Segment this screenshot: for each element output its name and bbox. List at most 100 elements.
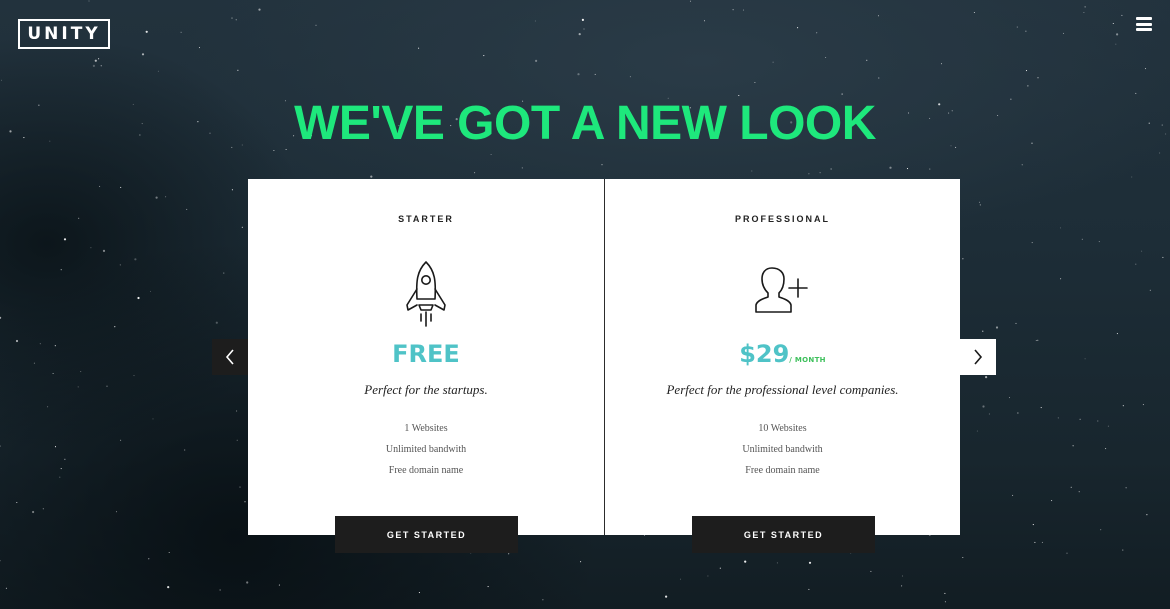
star [578, 33, 581, 36]
star [490, 153, 492, 156]
star [877, 15, 880, 17]
star [1105, 448, 1107, 450]
star [94, 59, 97, 62]
star [315, 24, 317, 26]
star [186, 208, 188, 210]
unity-logo[interactable]: UNITY [18, 19, 110, 49]
star [54, 446, 57, 448]
star [1135, 92, 1137, 94]
get-started-button-professional[interactable]: GET STARTED [692, 516, 875, 553]
star [808, 561, 812, 564]
star [483, 55, 485, 57]
star [962, 556, 964, 559]
feature-list: 1 Websites Unlimited bandwith Free domai… [248, 422, 604, 485]
star [830, 168, 832, 170]
star [1040, 407, 1042, 409]
star [978, 201, 981, 203]
star [1122, 549, 1124, 551]
star [59, 476, 61, 478]
plan-name: PROFESSIONAL [734, 214, 830, 224]
star [744, 560, 747, 563]
star [52, 372, 54, 375]
star [1021, 164, 1023, 166]
star [776, 562, 778, 564]
star [1059, 227, 1062, 229]
star [106, 385, 108, 387]
star [141, 53, 145, 56]
star [223, 272, 225, 274]
star [1131, 176, 1133, 178]
star [1116, 33, 1119, 36]
star [237, 69, 239, 71]
star [1107, 425, 1109, 427]
star [601, 164, 603, 166]
star [167, 586, 170, 589]
star [16, 501, 18, 504]
star [1162, 256, 1164, 258]
star [92, 64, 95, 67]
star [1079, 418, 1081, 420]
star [1035, 339, 1037, 342]
plan-price: $29/ MONTH [605, 340, 960, 368]
star [819, 172, 821, 174]
feature-item: 10 Websites [758, 423, 807, 434]
star [1070, 486, 1072, 488]
star [90, 247, 92, 249]
star [534, 20, 536, 22]
star [63, 238, 67, 241]
star [889, 166, 892, 169]
star [1084, 6, 1086, 8]
star [1027, 85, 1029, 87]
star [1031, 242, 1033, 244]
carousel-prev-button[interactable] [212, 339, 248, 375]
price-period: / MONTH [789, 356, 826, 364]
star [1112, 22, 1114, 25]
star [906, 168, 909, 170]
star [5, 587, 7, 589]
star [219, 589, 221, 591]
star [1142, 404, 1144, 406]
star [39, 343, 41, 345]
star [976, 430, 978, 432]
star [816, 32, 818, 34]
plan-tagline: Perfect for the startups. [364, 382, 488, 397]
feature-item: 1 Websites [404, 423, 448, 434]
star [979, 204, 981, 206]
star [474, 172, 476, 174]
star [120, 439, 122, 441]
star [78, 217, 80, 219]
star [1032, 524, 1034, 526]
star [577, 73, 580, 76]
star [878, 77, 880, 79]
star [145, 30, 148, 33]
star [278, 584, 280, 586]
star [901, 575, 904, 577]
feature-item: Unlimited bandwith [742, 444, 823, 455]
star [1146, 514, 1148, 516]
star [719, 567, 721, 569]
star [155, 196, 158, 199]
star [594, 73, 596, 75]
star [42, 508, 44, 510]
star [825, 56, 827, 59]
star [0, 560, 1, 562]
star [1008, 397, 1011, 399]
star [995, 326, 999, 329]
price-value: $29 [739, 340, 790, 368]
carousel-next-button[interactable] [960, 339, 996, 375]
get-started-button-starter[interactable]: GET STARTED [335, 516, 518, 553]
chevron-right-icon [974, 349, 983, 365]
plan-price: FREE [248, 340, 604, 368]
star [99, 185, 101, 187]
star [1017, 412, 1019, 414]
star [244, 501, 246, 503]
star [114, 326, 116, 328]
star [180, 31, 182, 33]
hamburger-icon[interactable] [1136, 17, 1152, 31]
star [982, 330, 984, 332]
star [841, 93, 843, 95]
star [60, 468, 62, 470]
star [148, 558, 150, 560]
star [231, 189, 233, 191]
star [988, 413, 990, 415]
